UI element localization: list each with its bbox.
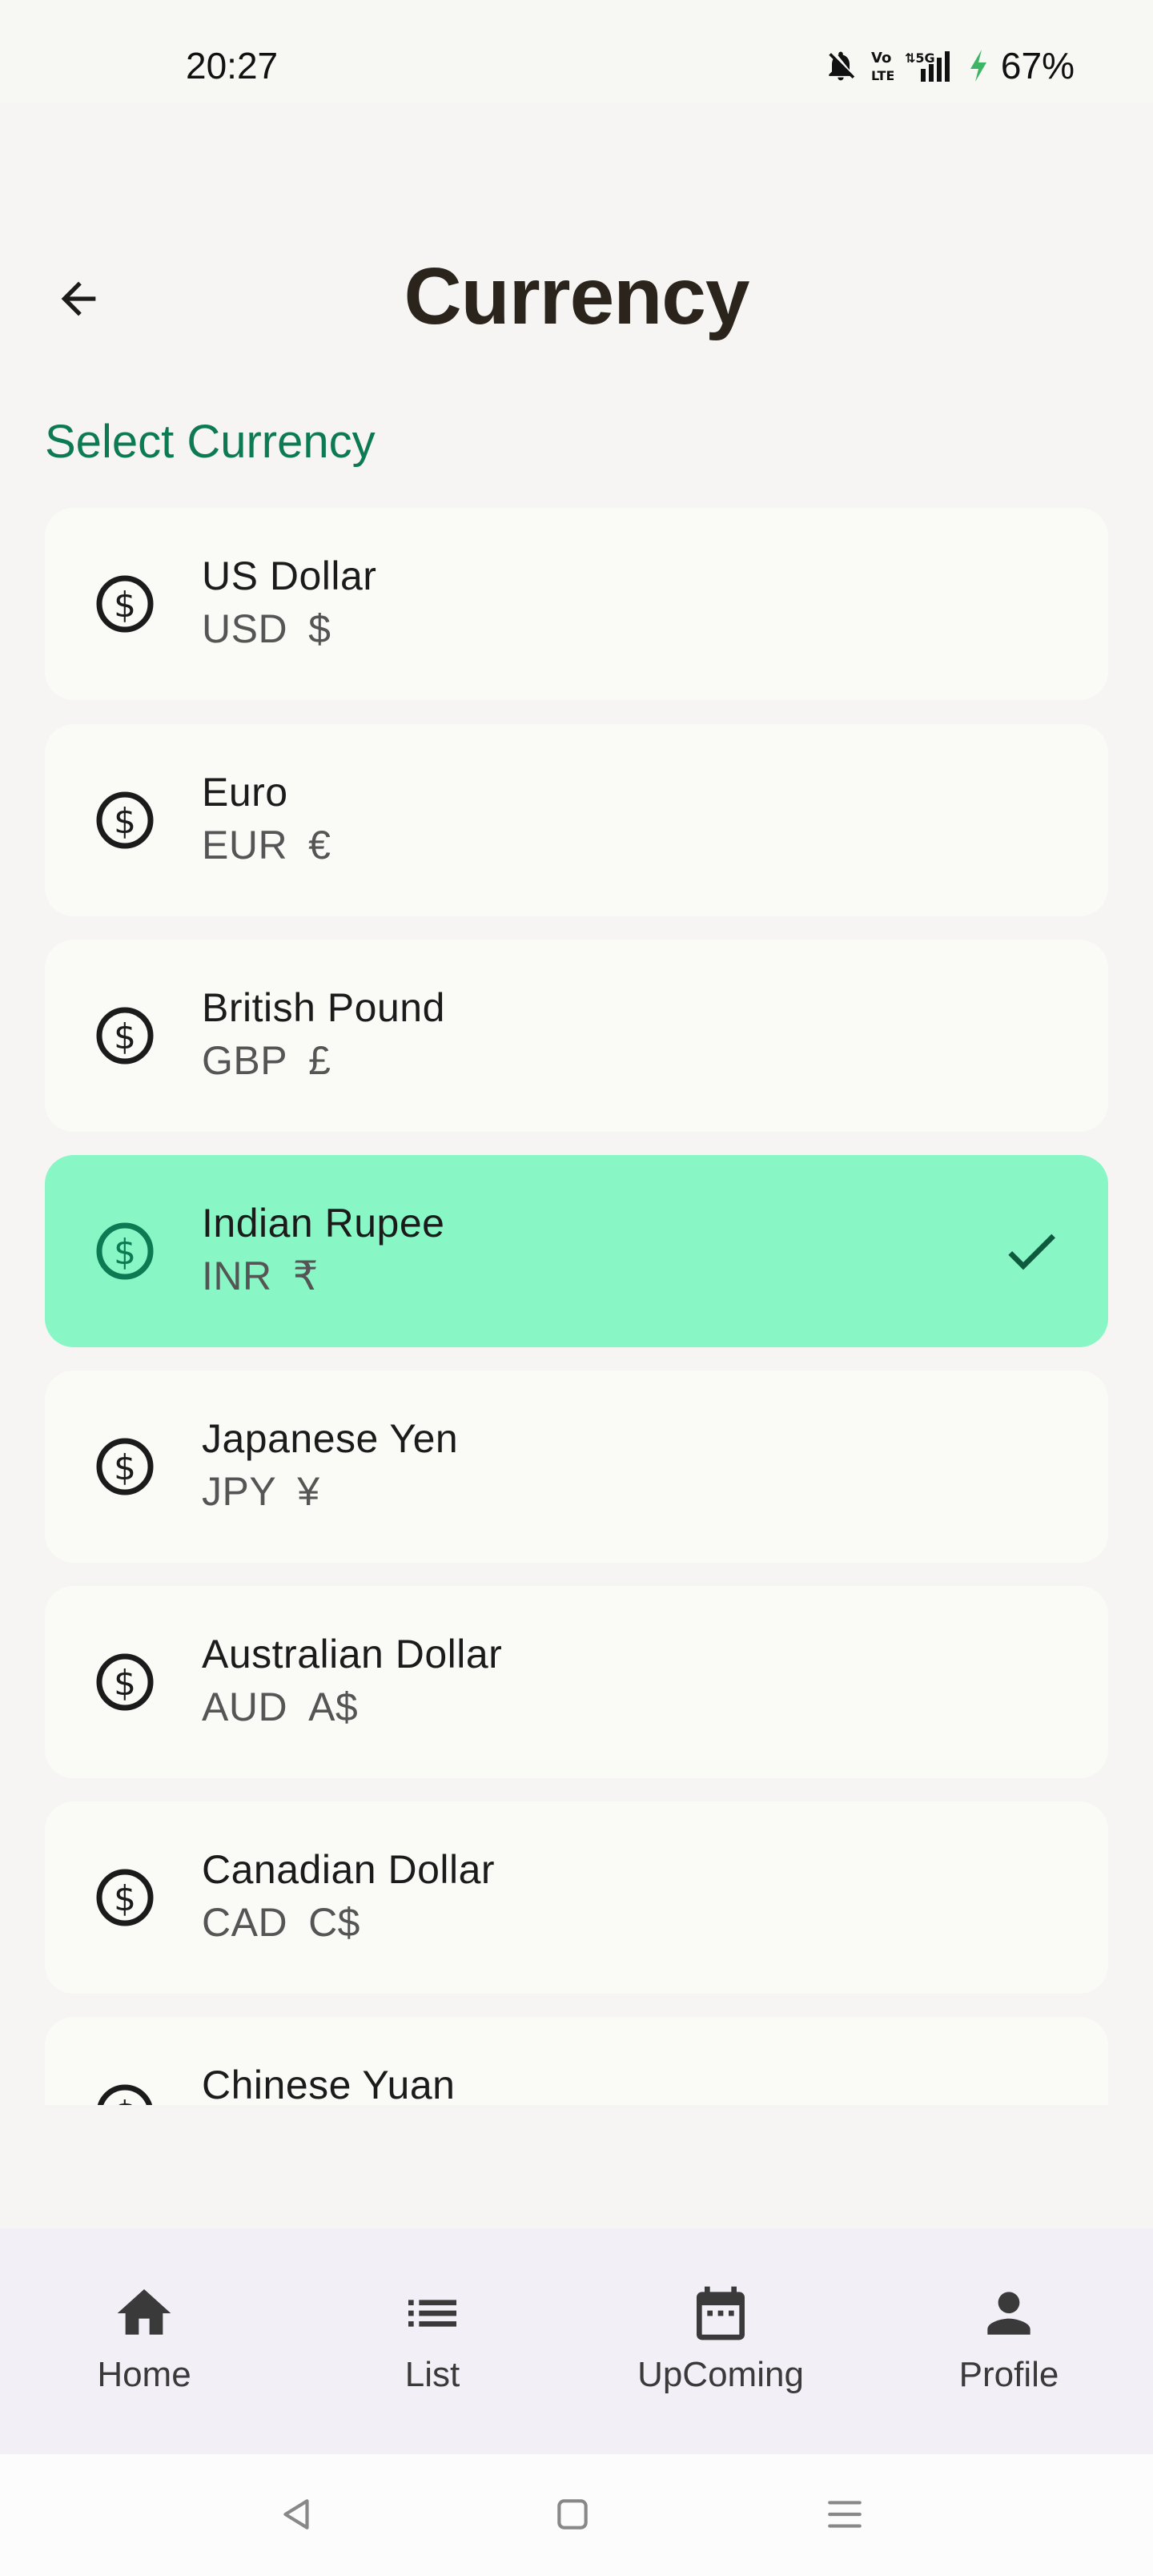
currency-code: GBP: [202, 1038, 288, 1083]
currency-symbol: ₹: [292, 1254, 319, 1298]
currency-item-cad[interactable]: $ Canadian Dollar CAD C$: [45, 1801, 1108, 1994]
volte-icon: Vo LTE: [871, 50, 894, 83]
currency-code: EUR: [202, 823, 288, 867]
currency-symbol: £: [308, 1038, 331, 1083]
currency-code-symbol: INR ₹: [202, 1250, 319, 1302]
currency-item-usd[interactable]: $ US Dollar USD $: [45, 508, 1108, 700]
currency-item-cny[interactable]: $ Chinese Yuan: [45, 2017, 1108, 2105]
currency-symbol: C$: [308, 1900, 360, 1945]
currency-name: British Pound: [202, 985, 445, 1030]
currency-item-aud[interactable]: $ Australian Dollar AUD A$: [45, 1586, 1108, 1778]
currency-item-jpy[interactable]: $ Japanese Yen JPY ¥: [45, 1371, 1108, 1563]
svg-text:$: $: [114, 1878, 136, 1919]
svg-text:$: $: [114, 1447, 136, 1488]
nav-home[interactable]: Home: [0, 2228, 288, 2454]
currency-code: CAD: [202, 1900, 288, 1945]
system-menu-button[interactable]: [817, 2486, 873, 2542]
svg-text:Vo: Vo: [871, 50, 891, 66]
app-header: Currency: [0, 240, 1153, 352]
svg-text:$: $: [114, 1663, 136, 1704]
dollar-coin-icon: $: [96, 1653, 154, 1711]
currency-code: USD: [202, 606, 288, 651]
svg-text:$: $: [114, 801, 136, 842]
signal-5g-icon: ⇅5G: [905, 50, 950, 82]
dollar-coin-icon: $: [96, 791, 154, 849]
dollar-coin-icon: $: [96, 1438, 154, 1495]
square-home-icon: [557, 2499, 588, 2530]
arrow-back-icon: [61, 281, 96, 316]
svg-text:$: $: [114, 1016, 136, 1057]
battery-level: 67%: [1000, 45, 1075, 87]
nav-label: UpComing: [637, 2355, 804, 2394]
nav-label: Home: [97, 2355, 191, 2394]
currency-list[interactable]: $ US Dollar USD $ $ Euro EUR € $ British P…: [45, 508, 1108, 2105]
menu-icon: [828, 2501, 862, 2528]
currency-code-symbol: JPY ¥: [202, 1465, 320, 1518]
currency-item-inr[interactable]: $ Indian Rupee INR ₹: [45, 1155, 1108, 1347]
nav-profile[interactable]: Profile: [865, 2228, 1153, 2454]
system-back-button[interactable]: [269, 2486, 325, 2542]
nav-upcoming[interactable]: UpComing: [576, 2228, 865, 2454]
svg-text:$: $: [114, 2094, 136, 2105]
triangle-back-icon: [283, 2499, 309, 2530]
svg-text:⇅5G: ⇅5G: [905, 50, 935, 66]
svg-text:$: $: [114, 1232, 136, 1273]
svg-text:$: $: [114, 585, 136, 626]
nav-list[interactable]: List: [288, 2228, 576, 2454]
section-label: Select Currency: [45, 416, 376, 468]
back-button[interactable]: [40, 260, 117, 337]
currency-name: Indian Rupee: [202, 1201, 445, 1246]
currency-name: Canadian Dollar: [202, 1847, 496, 1892]
dollar-coin-icon: $: [96, 1007, 154, 1065]
status-time: 20:27: [186, 45, 279, 87]
currency-item-eur[interactable]: $ Euro EUR €: [45, 724, 1108, 916]
nav-label: List: [404, 2355, 460, 2394]
check-icon: [1008, 1234, 1055, 1270]
currency-item-gbp[interactable]: $ British Pound GBP £: [45, 940, 1108, 1132]
currency-code: JPY: [202, 1469, 277, 1514]
dollar-coin-icon: $: [96, 575, 154, 633]
currency-code-symbol: CAD C$: [202, 1896, 360, 1949]
currency-code: AUD: [202, 1684, 288, 1729]
currency-code-symbol: USD $: [202, 602, 331, 655]
currency-code-symbol: AUD A$: [202, 1680, 358, 1733]
calendar-icon: [697, 2286, 745, 2341]
status-icons: Vo LTE ⇅5G 67%: [823, 42, 1075, 90]
currency-code-symbol: EUR €: [202, 819, 331, 871]
currency-name: Euro: [202, 770, 288, 815]
system-navigation-bar: [0, 2454, 1153, 2576]
currency-symbol: $: [308, 606, 331, 651]
currency-symbol: €: [308, 823, 331, 867]
system-home-button[interactable]: [544, 2486, 601, 2542]
currency-symbol: ¥: [297, 1469, 320, 1514]
page-title: Currency: [404, 252, 749, 341]
list-icon: [408, 2300, 456, 2327]
home-icon: [117, 2289, 171, 2335]
dollar-coin-icon: $: [97, 2084, 153, 2105]
currency-code-symbol: GBP £: [202, 1034, 331, 1087]
currency-symbol: A$: [308, 1684, 359, 1729]
bottom-navigation: Home List UpComing Profile: [0, 2228, 1153, 2454]
person-icon: [987, 2292, 1030, 2335]
status-bar: 20:27 Vo LTE ⇅5G 67%: [0, 0, 1153, 103]
currency-name: Chinese Yuan: [202, 2063, 456, 2105]
bell-off-icon: [829, 51, 855, 81]
svg-text:LTE: LTE: [871, 68, 894, 83]
currency-name: Japanese Yen: [202, 1416, 459, 1461]
charging-icon: [970, 50, 986, 82]
currency-name: Australian Dollar: [202, 1632, 503, 1676]
nav-label: Profile: [958, 2355, 1059, 2394]
dollar-coin-icon: $: [96, 1222, 154, 1280]
currency-name: US Dollar: [202, 553, 377, 598]
currency-code: INR: [202, 1254, 272, 1298]
dollar-coin-icon: $: [96, 1869, 154, 1926]
